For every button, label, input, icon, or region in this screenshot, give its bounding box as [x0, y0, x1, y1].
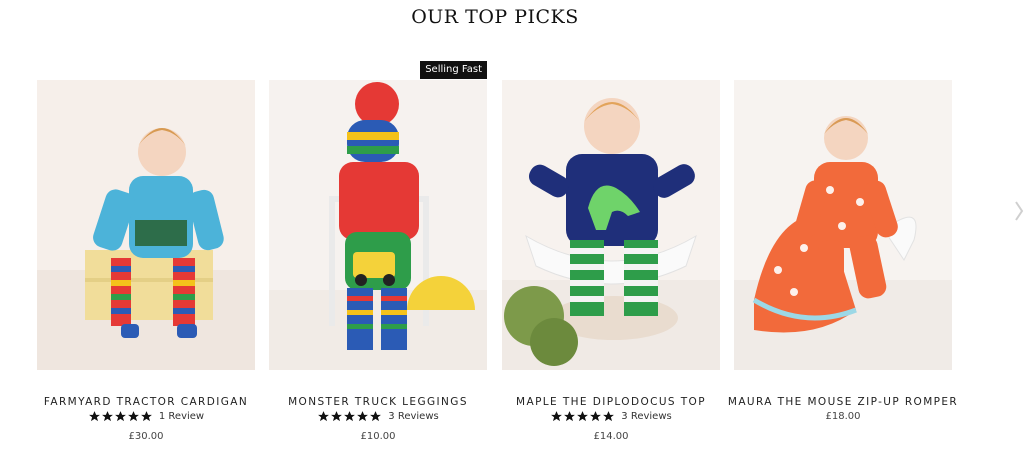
product-rating[interactable]: 3 Reviews	[502, 410, 720, 423]
product-card[interactable]: Selling Fast MONSTER TRUCK LEGGINGS 3 Re…	[269, 61, 487, 445]
star-icon	[318, 411, 330, 422]
product-price: £30.00	[128, 431, 164, 442]
product-image[interactable]	[269, 80, 487, 370]
product-price: £10.00	[360, 431, 396, 442]
star-icon	[551, 411, 563, 422]
product-price: £14.00	[593, 431, 629, 442]
product-image[interactable]	[734, 80, 952, 370]
product-card[interactable]: FARMYARD TRACTOR CARDIGAN 1 Review £30.0…	[37, 80, 255, 445]
star-icon	[88, 411, 100, 422]
review-count[interactable]: 3 Reviews	[621, 411, 671, 422]
product-name[interactable]: MAPLE THE DIPLODOCUS TOP	[492, 396, 730, 408]
star-icon	[101, 411, 113, 422]
star-icon	[344, 411, 356, 422]
product-price: £18.00	[825, 411, 861, 422]
star-icon	[590, 411, 602, 422]
product-name[interactable]: FARMYARD TRACTOR CARDIGAN	[27, 396, 265, 408]
selling-fast-badge: Selling Fast	[420, 61, 487, 79]
star-icon	[564, 411, 576, 422]
review-count[interactable]: 3 Reviews	[388, 411, 438, 422]
star-rating	[550, 410, 615, 423]
product-name[interactable]: MONSTER TRUCK LEGGINGS	[259, 396, 497, 408]
star-icon	[357, 411, 369, 422]
product-image[interactable]	[502, 80, 720, 370]
star-icon	[370, 411, 382, 422]
product-rating[interactable]: 3 Reviews	[269, 410, 487, 423]
product-card[interactable]: MAURA THE MOUSE ZIP-UP ROMPER £18.00	[728, 80, 957, 445]
section-title: OUR TOP PICKS	[411, 6, 579, 28]
star-icon	[140, 411, 152, 422]
product-grid: FARMYARD TRACTOR CARDIGAN 1 Review £30.0…	[37, 61, 957, 445]
product-name[interactable]: MAURA THE MOUSE ZIP-UP ROMPER	[724, 396, 962, 408]
star-icon	[127, 411, 139, 422]
star-icon	[577, 411, 589, 422]
product-image[interactable]	[37, 80, 255, 370]
star-icon	[331, 411, 343, 422]
product-card[interactable]: MAPLE THE DIPLODOCUS TOP 3 Reviews £14.0…	[502, 80, 720, 445]
review-count[interactable]: 1 Review	[159, 411, 204, 422]
star-icon	[114, 411, 126, 422]
star-rating	[88, 410, 153, 423]
carousel-next-arrow[interactable]	[1014, 196, 1024, 226]
product-rating[interactable]: 1 Review	[37, 410, 255, 423]
star-icon	[603, 411, 615, 422]
star-rating	[317, 410, 382, 423]
